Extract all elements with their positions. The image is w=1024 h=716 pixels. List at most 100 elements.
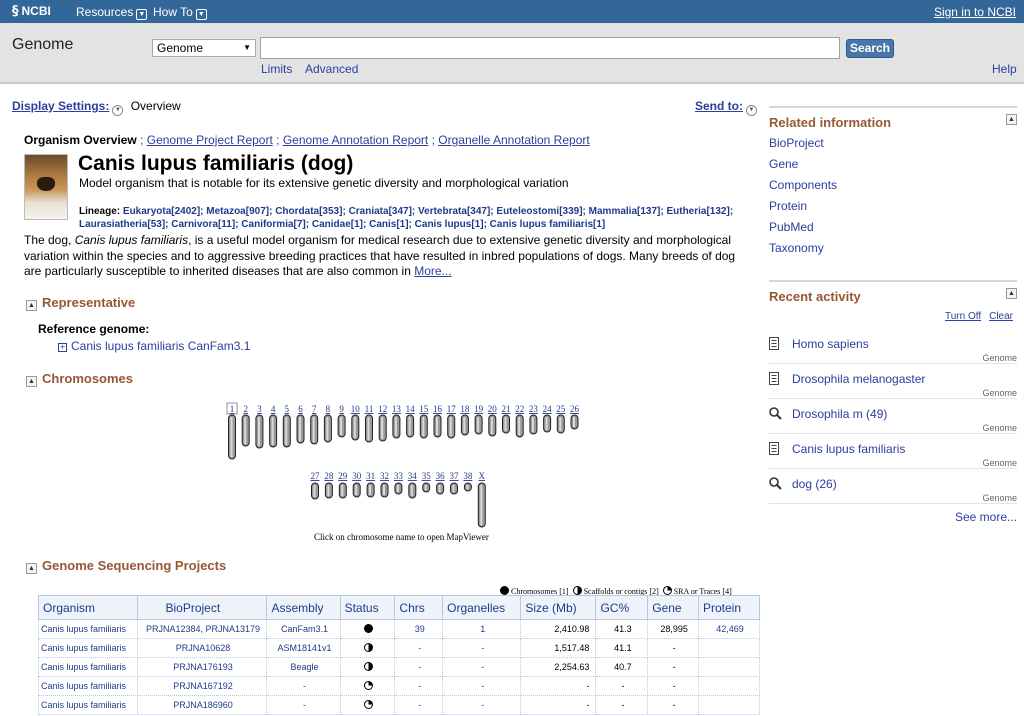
chromosome-3[interactable]: 3 bbox=[255, 404, 264, 449]
chromosome-16[interactable]: 16 bbox=[433, 404, 443, 438]
lineage-link[interactable]: Chordata[353] bbox=[275, 206, 342, 217]
col-size[interactable]: Size (Mb) bbox=[520, 595, 597, 620]
chromosome-label[interactable]: 35 bbox=[422, 471, 432, 481]
col-bioproject[interactable]: BioProject bbox=[136, 595, 268, 620]
chromosome-23[interactable]: 23 bbox=[529, 404, 539, 435]
lineage-link[interactable]: Canis[1] bbox=[369, 219, 408, 230]
collapse-icon[interactable]: ▲ bbox=[1006, 114, 1017, 125]
chromosome-36[interactable]: 36 bbox=[436, 471, 446, 495]
recent-activity-text[interactable]: Canis lupus familiaris bbox=[792, 442, 905, 456]
chromosome-7[interactable]: 7 bbox=[310, 404, 319, 445]
cell-organism[interactable]: Canis lupus familiaris bbox=[38, 657, 138, 677]
chromosome-22[interactable]: 22 bbox=[515, 404, 524, 438]
chevron-down-icon[interactable]: ▼ bbox=[112, 105, 124, 116]
recent-activity-text[interactable]: Drosophila melanogaster bbox=[792, 372, 925, 386]
lineage-link[interactable]: Eutheria[132] bbox=[666, 206, 729, 217]
display-settings-link[interactable]: Display Settings: bbox=[12, 99, 109, 113]
col-gc[interactable]: GC% bbox=[595, 595, 649, 620]
chromosome-9[interactable]: 9 bbox=[337, 404, 346, 438]
chromosome-20[interactable]: 20 bbox=[488, 404, 498, 437]
lineage-link[interactable]: Metazoa[907] bbox=[206, 206, 269, 217]
chromosome-28[interactable]: 28 bbox=[324, 471, 334, 499]
chromosome-label[interactable]: 30 bbox=[352, 471, 362, 481]
chromosome-33[interactable]: 33 bbox=[394, 471, 404, 495]
chromosome-label[interactable]: 18 bbox=[460, 404, 470, 414]
chromosome-label[interactable]: 2 bbox=[243, 404, 248, 414]
lineage-link[interactable]: Canidae[1] bbox=[312, 219, 363, 230]
expand-plus-icon[interactable]: + bbox=[58, 343, 67, 352]
lineage-link[interactable]: Vertebrata[347] bbox=[418, 206, 490, 217]
chromosome-label[interactable]: 31 bbox=[366, 471, 375, 481]
cell-protein[interactable] bbox=[698, 638, 760, 658]
chromosome-label[interactable]: 14 bbox=[406, 404, 416, 414]
cell-assembly[interactable]: Beagle bbox=[266, 657, 341, 677]
col-assembly[interactable]: Assembly bbox=[266, 595, 341, 620]
cell-assembly[interactable]: ASM18141v1 bbox=[266, 638, 341, 658]
advanced-link[interactable]: Advanced bbox=[305, 62, 358, 76]
col-status[interactable]: Status bbox=[339, 595, 396, 620]
lineage-link[interactable]: Canis lupus[1] bbox=[415, 219, 484, 230]
chromosome-label[interactable]: 26 bbox=[570, 404, 580, 414]
chromosome-X[interactable]: X bbox=[477, 471, 486, 528]
sequencing-heading[interactable]: ▲ Genome Sequencing Projects bbox=[26, 558, 226, 574]
collapse-icon[interactable]: ▲ bbox=[26, 300, 37, 311]
howto-menu[interactable]: How To ▼ bbox=[153, 5, 207, 20]
cell-organism[interactable]: Canis lupus familiaris bbox=[38, 676, 138, 696]
cell-bioproject[interactable]: PRJNA186960 bbox=[136, 695, 268, 715]
chromosome-label[interactable]: 10 bbox=[351, 404, 361, 414]
resources-menu[interactable]: Resources ▼ bbox=[76, 5, 148, 20]
chromosome-label[interactable]: 27 bbox=[311, 471, 321, 481]
related-bioproject-link[interactable]: BioProject bbox=[769, 136, 824, 150]
chromosome-label[interactable]: 21 bbox=[502, 404, 511, 414]
limits-link[interactable]: Limits bbox=[261, 62, 292, 76]
chromosome-38[interactable]: 38 bbox=[463, 471, 473, 492]
recent-activity-item[interactable]: Canis lupus familiaris Genome bbox=[769, 434, 1017, 469]
chromosome-24[interactable]: 24 bbox=[543, 404, 553, 433]
related-pubmed-link[interactable]: PubMed bbox=[769, 220, 814, 234]
related-gene-link[interactable]: Gene bbox=[769, 157, 798, 171]
cell-protein[interactable]: 42,469 bbox=[698, 619, 760, 639]
chromosome-label[interactable]: 37 bbox=[450, 471, 460, 481]
chromosome-26[interactable]: 26 bbox=[570, 404, 580, 430]
chromosome-25[interactable]: 25 bbox=[556, 404, 566, 434]
search-input[interactable] bbox=[260, 37, 840, 59]
sign-in-link[interactable]: Sign in to NCBI bbox=[934, 5, 1016, 19]
recent-activity-item[interactable]: Homo sapiens Genome bbox=[769, 329, 1017, 364]
chromosome-label[interactable]: 4 bbox=[271, 404, 276, 414]
chromosome-13[interactable]: 13 bbox=[392, 404, 402, 439]
cell-protein[interactable] bbox=[698, 676, 760, 696]
genome-annotation-report-link[interactable]: Genome Annotation Report bbox=[283, 133, 428, 147]
chromosome-32[interactable]: 32 bbox=[380, 471, 389, 498]
chromosome-5[interactable]: 5 bbox=[282, 404, 291, 448]
lineage-link[interactable]: Eukaryota[2402] bbox=[123, 206, 200, 217]
lineage-link[interactable]: Carnivora[11] bbox=[171, 219, 235, 230]
chromosome-14[interactable]: 14 bbox=[406, 404, 416, 438]
cell-protein[interactable] bbox=[698, 695, 760, 715]
chromosome-11[interactable]: 11 bbox=[365, 404, 374, 443]
lineage-link[interactable]: Craniata[347] bbox=[349, 206, 412, 217]
chromosome-label[interactable]: 9 bbox=[339, 404, 344, 414]
chromosome-label[interactable]: 19 bbox=[474, 404, 484, 414]
chromosome-34[interactable]: 34 bbox=[408, 471, 418, 499]
recent-activity-text[interactable]: Drosophila m (49) bbox=[792, 407, 887, 421]
cell-bioproject[interactable]: PRJNA10628 bbox=[136, 638, 268, 658]
database-select[interactable]: Genome ▼ bbox=[152, 39, 256, 57]
chromosome-label[interactable]: 17 bbox=[447, 404, 457, 414]
chromosome-label[interactable]: 22 bbox=[515, 404, 524, 414]
chromosome-label[interactable]: 11 bbox=[365, 404, 374, 414]
turn-off-link[interactable]: Turn Off bbox=[945, 311, 981, 322]
chromosome-6[interactable]: 6 bbox=[296, 404, 305, 444]
chromosome-4[interactable]: 4 bbox=[269, 404, 278, 448]
related-taxonomy-link[interactable]: Taxonomy bbox=[769, 241, 824, 255]
chromosome-label[interactable]: 38 bbox=[463, 471, 473, 481]
cell-bioproject[interactable]: PRJNA12384, PRJNA13179 bbox=[136, 619, 268, 639]
chromosome-label[interactable]: 5 bbox=[285, 404, 290, 414]
chromosome-label[interactable]: X bbox=[479, 471, 486, 481]
chromosome-37[interactable]: 37 bbox=[450, 471, 460, 495]
chromosome-label[interactable]: 23 bbox=[529, 404, 539, 414]
chevron-down-icon[interactable]: ▼ bbox=[746, 105, 757, 116]
chromosomes-heading[interactable]: ▲ Chromosomes bbox=[26, 371, 133, 387]
col-chrs[interactable]: Chrs bbox=[394, 595, 444, 620]
chromosome-15[interactable]: 15 bbox=[419, 404, 429, 439]
chromosome-label[interactable]: 33 bbox=[394, 471, 404, 481]
